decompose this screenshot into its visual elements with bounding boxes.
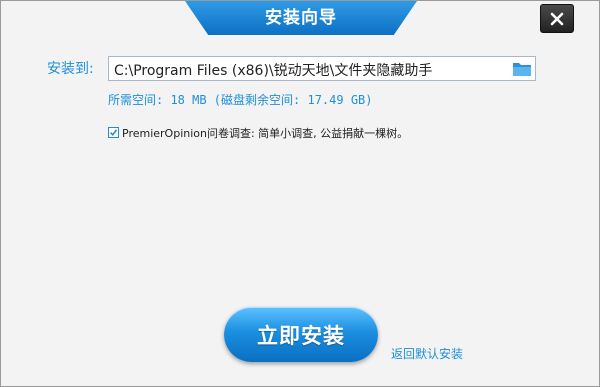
default-install-link[interactable]: 返回默认安装: [391, 345, 463, 362]
folder-icon: [513, 63, 531, 76]
install-location-label: 安装到:: [47, 61, 94, 77]
install-now-label: 立即安装: [257, 323, 345, 348]
checkmark-icon: [109, 129, 118, 137]
survey-checkbox[interactable]: [108, 127, 119, 138]
installer-window: 安装向导 安装到: C:\Program Files (x86)\锐动天地\文件…: [0, 0, 600, 387]
window-title: 安装向导: [265, 8, 337, 28]
browse-folder-button[interactable]: [512, 60, 532, 77]
survey-label: PremierOpinion问卷调查: 简单小调查, 公益捐献一棵树。: [122, 127, 409, 140]
install-path-value: C:\Program Files (x86)\锐动天地\文件夹隐藏助手: [114, 63, 433, 79]
install-now-button[interactable]: 立即安装: [224, 307, 378, 362]
close-icon: [550, 12, 564, 25]
close-button[interactable]: [540, 4, 574, 33]
disk-space-info: 所需空间: 18 MB (磁盘剩余空间: 17.49 GB): [108, 93, 373, 107]
install-path-field[interactable]: C:\Program Files (x86)\锐动天地\文件夹隐藏助手: [108, 56, 536, 81]
